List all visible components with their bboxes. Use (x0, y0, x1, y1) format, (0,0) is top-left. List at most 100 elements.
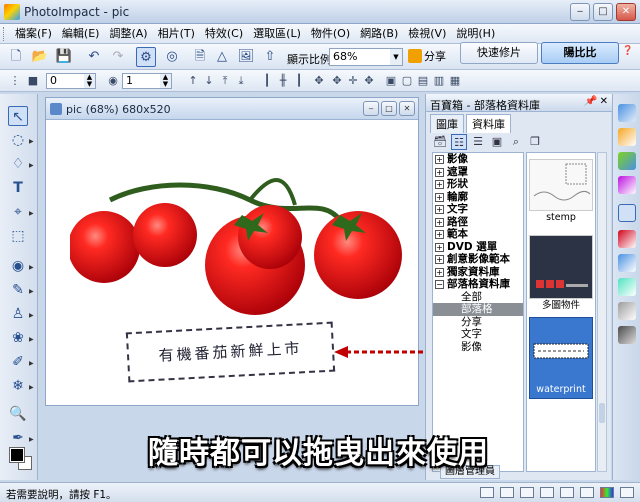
layers-rail-icon[interactable] (618, 230, 636, 248)
palette-rail-icon[interactable] (618, 128, 636, 146)
tab-library[interactable]: 資料庫 (466, 114, 511, 133)
menu-item[interactable]: 說明(H) (451, 27, 500, 41)
gallery-rail-icon[interactable] (618, 104, 636, 122)
document-rail-icon[interactable] (618, 302, 636, 320)
color-rail-icon[interactable] (618, 152, 636, 170)
tree-child-item[interactable]: 影像 (433, 341, 523, 354)
tree-item[interactable]: + 輪廓 (433, 191, 523, 204)
tool-flyout-icon[interactable]: ▶ (29, 288, 34, 295)
close-button[interactable]: ✕ (616, 3, 636, 21)
align-center-icon[interactable]: ╫ (276, 73, 290, 89)
tool-flyout-icon[interactable]: ▶ (29, 162, 34, 169)
expand-icon[interactable]: + (435, 155, 444, 164)
triangle-shape-icon[interactable]: △ (212, 47, 232, 67)
expand-icon[interactable]: + (435, 205, 444, 214)
image-view-icon[interactable]: ▣ (489, 134, 505, 150)
fill-tool-icon[interactable]: ❄ (8, 376, 28, 396)
list-view-icon[interactable]: ☰ (470, 134, 486, 150)
arrow-up-icon[interactable]: ↑ (186, 73, 200, 89)
search-icon[interactable]: ⌕ (508, 134, 524, 150)
transform-tool-icon[interactable]: ⬚ (8, 226, 28, 246)
zoom-tool-icon[interactable]: 🔍 (8, 404, 28, 424)
zoom-select[interactable]: 68% ▼ (329, 48, 403, 66)
tree-child-item[interactable]: 全部 (433, 291, 523, 304)
ungroup-icon[interactable]: ▢ (400, 73, 414, 89)
tool-flyout-icon[interactable]: ▶ (29, 360, 34, 367)
enhance-icon[interactable]: ◎ (162, 47, 182, 67)
menu-item[interactable]: 檢視(V) (403, 27, 451, 41)
menu-item[interactable]: 選取區(L) (248, 27, 306, 41)
radio-icon[interactable]: ◉ (106, 73, 120, 89)
expand-icon[interactable]: + (435, 230, 444, 239)
save-icon[interactable]: 💾 (54, 47, 74, 67)
thumbnail-scrollbar[interactable] (597, 152, 607, 472)
library-icon[interactable]: 🗃 (432, 134, 448, 150)
expand-icon[interactable]: + (435, 217, 444, 227)
thumbnail-item[interactable]: waterprint (529, 317, 593, 413)
center-icon[interactable]: ✛ (346, 73, 360, 89)
document-title-bar[interactable]: pic (68%) 680x520 ‒ □ ✕ (46, 98, 418, 120)
chevron-down-icon[interactable]: ▼ (390, 49, 402, 65)
quick-edit-mode-button[interactable]: 快速修片 (460, 42, 538, 64)
doc-minimize-button[interactable]: ‒ (363, 101, 379, 116)
menu-item[interactable]: 檔案(F) (10, 27, 57, 41)
retouch-tool-icon[interactable]: ❀ (8, 328, 28, 348)
export-icon[interactable]: ⇧ (260, 47, 280, 67)
collapse-icon[interactable]: − (435, 280, 444, 289)
menu-item[interactable]: 物件(O) (306, 27, 355, 41)
eraser-tool-icon[interactable]: ✐ (8, 352, 28, 372)
tree-view-icon[interactable]: ☷ (451, 134, 467, 150)
distribute-v-icon[interactable]: ✥ (330, 73, 344, 89)
menu-item[interactable]: 調整(A) (104, 27, 152, 41)
value-a-spinner[interactable]: 0 ▲ ▼ (46, 73, 96, 89)
table-icon[interactable] (520, 487, 534, 498)
doc-maximize-button[interactable]: □ (381, 101, 397, 116)
new-file-icon[interactable]: 🗋 (6, 47, 26, 67)
thumbnail-item[interactable]: stemp (529, 159, 593, 225)
play-rail-icon[interactable] (618, 254, 636, 272)
expand-icon[interactable]: + (435, 242, 444, 252)
picture-icon[interactable]: 🖼 (236, 47, 256, 67)
shape-tool-icon[interactable]: ♢ (8, 154, 28, 174)
merge-icon[interactable]: ▤ (416, 73, 430, 89)
brush-tool-icon[interactable]: ✎ (8, 280, 28, 300)
close-icon[interactable]: ✕ (600, 96, 608, 107)
share-button[interactable]: 分享 (408, 48, 452, 66)
help-icon[interactable]: ❓ (622, 46, 636, 62)
distribute-icon[interactable]: ✥ (312, 73, 326, 89)
color-mode-icon[interactable] (600, 487, 614, 498)
tool-flyout-icon[interactable]: ▶ (29, 384, 34, 391)
tree-item[interactable]: + 遮罩 (433, 166, 523, 179)
expand-icon[interactable]: + (435, 192, 444, 202)
histogram-icon[interactable] (580, 487, 594, 498)
crop-tool-icon[interactable]: ⌖ (8, 202, 28, 222)
open-folder-icon[interactable]: 📂 (30, 47, 50, 67)
tool-flyout-icon[interactable]: ▶ (29, 210, 34, 217)
auto-process-icon[interactable]: ⚙ (136, 47, 156, 67)
expand-icon[interactable]: + (435, 180, 444, 189)
pin-icon[interactable]: 📌 (584, 96, 596, 107)
spin-arrows-icon[interactable]: ▲ ▼ (160, 74, 171, 88)
value-b-spinner[interactable]: 1 ▲ ▼ (122, 73, 172, 89)
tree-item[interactable]: + DVD 選單 (433, 241, 523, 254)
tree-item[interactable]: + 範本 (433, 228, 523, 241)
grid-icon[interactable] (500, 487, 514, 498)
text-tool-icon[interactable]: T (8, 178, 28, 198)
tree-item[interactable]: + 影像 (433, 153, 523, 166)
move-icon[interactable]: ✥ (362, 73, 376, 89)
full-edit-mode-button[interactable]: 陽比比 (541, 42, 619, 64)
copy-icon[interactable]: ❐ (527, 134, 543, 150)
redo-icon[interactable]: ↷ (108, 47, 128, 67)
minimize-button[interactable]: ‒ (570, 3, 590, 21)
layout-icon[interactable] (540, 487, 554, 498)
thumbnail-item[interactable]: 多圖物件 (529, 235, 593, 313)
tool-flyout-icon[interactable]: ▶ (29, 336, 34, 343)
tree-item[interactable]: − 部落格資料庫 (433, 278, 523, 291)
selection-tool-icon[interactable]: ◌ (8, 130, 28, 150)
spin-arrows-icon[interactable]: ▲ ▼ (84, 74, 95, 88)
tool-flyout-icon[interactable]: ▶ (29, 264, 34, 271)
view-icon[interactable] (480, 487, 494, 498)
expand-icon[interactable]: + (435, 167, 444, 177)
lock-icon[interactable]: ▦ (448, 73, 462, 89)
tree-child-item[interactable]: 分享 (433, 316, 523, 329)
